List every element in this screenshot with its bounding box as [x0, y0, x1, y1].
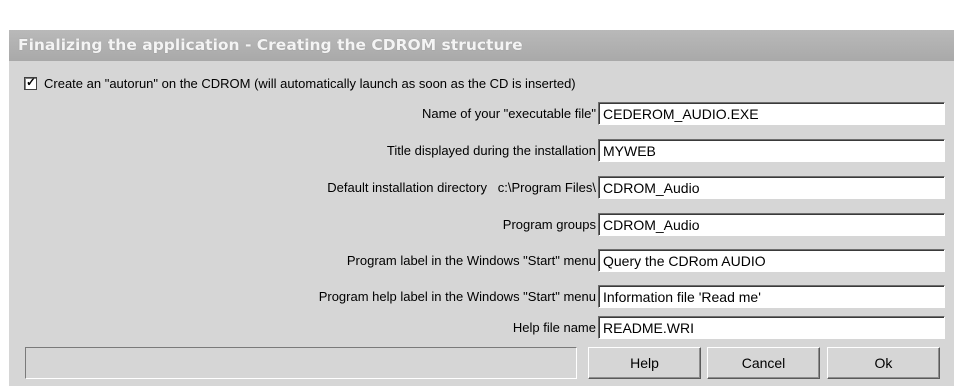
form-row-program-groups: Program groups CDROM_Audio — [9, 213, 954, 236]
check-mark-icon: ✓ — [26, 74, 37, 89]
help-menu-input[interactable]: Information file 'Read me' — [598, 285, 945, 308]
program-groups-input[interactable]: CDROM_Audio — [598, 213, 945, 236]
autorun-label: Create an "autorun" on the CDROM (will a… — [44, 75, 576, 91]
cancel-button[interactable]: Cancel — [707, 347, 820, 379]
install-dir-label: Default installation directory — [327, 180, 487, 195]
status-panel — [25, 347, 577, 379]
button-bar: Help Cancel Ok — [9, 347, 954, 379]
ok-button[interactable]: Ok — [827, 347, 940, 379]
program-groups-label: Program groups — [502, 217, 596, 232]
form-row-executable: Name of your "executable file" CEDEROM_A… — [9, 102, 954, 125]
form-row-help-file: Help file name README.WRI — [9, 316, 954, 339]
form-row-install-dir: Default installation directory c:\Progra… — [9, 176, 954, 199]
form-row-help-label: Program help label in the Windows "Start… — [9, 285, 954, 308]
executable-input[interactable]: CEDEROM_AUDIO.EXE — [598, 102, 945, 125]
autorun-checkbox[interactable]: ✓ — [24, 74, 37, 90]
start-menu-label: Program label in the Windows "Start" men… — [346, 253, 596, 268]
form-row-install-title: Title displayed during the installation … — [9, 139, 954, 162]
help-file-label: Help file name — [512, 320, 596, 335]
executable-label: Name of your "executable file" — [422, 106, 596, 121]
help-button[interactable]: Help — [588, 347, 701, 379]
dialog-title: Finalizing the application - Creating th… — [9, 30, 954, 61]
start-menu-input[interactable]: Query the CDRom AUDIO — [598, 249, 945, 272]
install-title-label: Title displayed during the installation — [386, 143, 596, 158]
install-title-input[interactable]: MYWEB — [598, 139, 945, 162]
form-row-start-label: Program label in the Windows "Start" men… — [9, 249, 954, 272]
finalize-dialog: Finalizing the application - Creating th… — [8, 29, 954, 386]
help-file-input[interactable]: README.WRI — [598, 316, 945, 339]
help-menu-label: Program help label in the Windows "Start… — [318, 289, 596, 304]
autorun-option[interactable]: ✓ Create an "autorun" on the CDROM (will… — [24, 75, 576, 91]
install-dir-prefix: c:\Program Files\ — [497, 180, 596, 195]
install-dir-input[interactable]: CDROM_Audio — [598, 176, 945, 199]
